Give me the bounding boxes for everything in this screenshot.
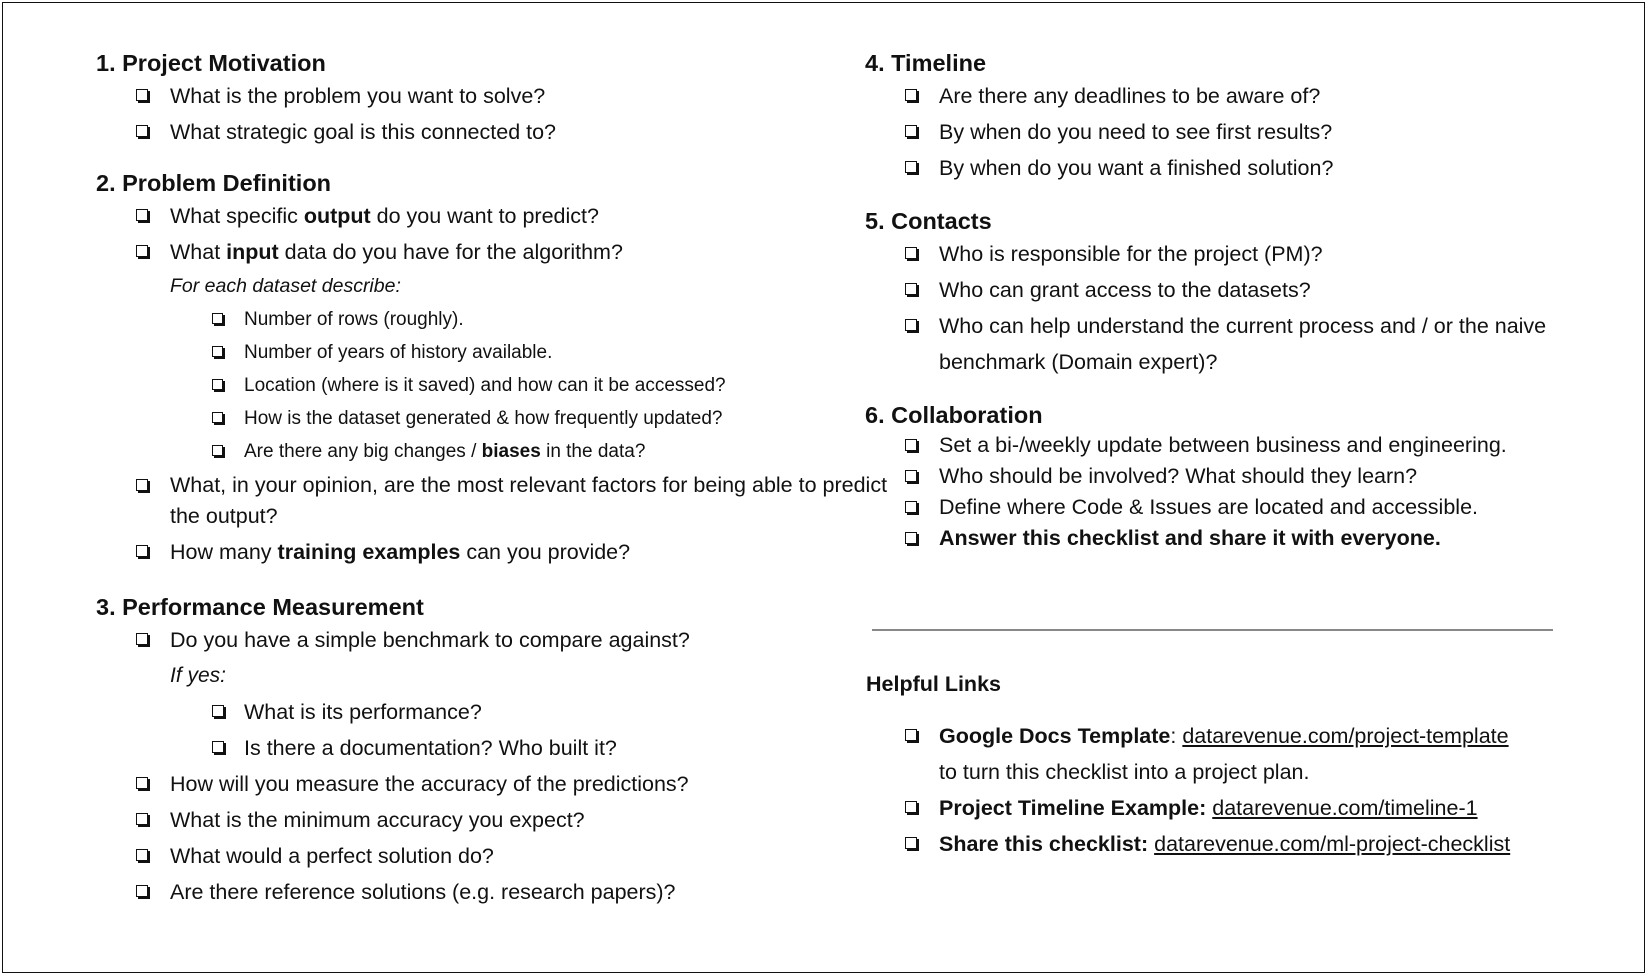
checklist-subitem[interactable]: Location (where is it saved) and how can…: [96, 369, 816, 402]
left-column: 1. Project Motivation What is the proble…: [96, 48, 887, 910]
checklist-subitem[interactable]: Number of rows (roughly).: [96, 303, 816, 336]
checkbox-icon[interactable]: [212, 741, 226, 755]
section-title: 1. Project Motivation: [96, 50, 326, 76]
section-title: 5. Contacts: [865, 208, 992, 234]
checkbox-icon[interactable]: [212, 313, 225, 326]
checklist-item[interactable]: How will you measure the accuracy of the…: [96, 766, 816, 802]
checklist-item[interactable]: What strategic goal is this connected to…: [96, 114, 816, 150]
dataset-note: For each dataset describe:: [170, 275, 401, 297]
checkbox-icon[interactable]: [905, 532, 919, 546]
checklist-item[interactable]: Who should be involved? What should they…: [865, 461, 1565, 492]
checkbox-icon[interactable]: [136, 849, 150, 863]
checkbox-icon[interactable]: [136, 89, 150, 103]
checkbox-icon[interactable]: [212, 346, 225, 359]
checklist-item[interactable]: Answer this checklist and share it with …: [865, 523, 1565, 554]
checklist-link[interactable]: datarevenue.com/ml-project-checklist: [1154, 832, 1510, 856]
checklist-item[interactable]: By when do you need to see first results…: [865, 114, 1565, 150]
checklist-subitem[interactable]: How is the dataset generated & how frequ…: [96, 402, 816, 435]
link-item-google-docs-template: Google Docs Template: datarevenue.com/pr…: [865, 718, 1585, 790]
checklist-item[interactable]: Who is responsible for the project (PM)?: [865, 236, 1565, 272]
checklist-item[interactable]: Do you have a simple benchmark to compar…: [96, 622, 816, 658]
checklist-subitem[interactable]: What is its performance?: [96, 694, 816, 730]
section-contacts: 5. Contacts Who is responsible for the p…: [865, 206, 1565, 380]
checklist-item[interactable]: Set a bi-/weekly update between business…: [865, 430, 1565, 461]
section-title: 4. Timeline: [865, 50, 987, 76]
section-timeline: 4. Timeline Are there any deadlines to b…: [865, 48, 1565, 186]
section-collaboration: 6. Collaboration Set a bi-/weekly update…: [865, 400, 1565, 554]
checklist-subitem[interactable]: Number of years of history available.: [96, 336, 816, 369]
checkbox-icon[interactable]: [136, 245, 150, 259]
checkbox-icon[interactable]: [212, 412, 225, 425]
checkbox-icon[interactable]: [905, 89, 919, 103]
checkbox-icon[interactable]: [136, 209, 150, 223]
checkbox-icon[interactable]: [136, 813, 150, 827]
checkbox-icon[interactable]: [136, 479, 150, 493]
if-yes-note: If yes:: [170, 664, 227, 687]
checkbox-icon[interactable]: [905, 801, 919, 815]
checklist-item[interactable]: Are there reference solutions (e.g. rese…: [96, 874, 816, 910]
checkbox-icon[interactable]: [136, 633, 150, 647]
checkbox-icon[interactable]: [136, 125, 150, 139]
checklist-subitem[interactable]: Is there a documentation? Who built it?: [96, 730, 816, 766]
divider: [872, 629, 1553, 631]
link-item-share-checklist: Share this checklist: datarevenue.com/ml…: [865, 826, 1585, 862]
section-title: 2. Problem Definition: [96, 170, 332, 196]
checklist-item[interactable]: What is the problem you want to solve?: [96, 78, 816, 114]
checkbox-icon[interactable]: [136, 885, 150, 899]
checkbox-icon[interactable]: [905, 161, 919, 175]
timeline-link[interactable]: datarevenue.com/timeline-1: [1212, 796, 1477, 820]
helpful-links-title: Helpful Links: [866, 672, 1001, 696]
link-item-project-timeline: Project Timeline Example: datarevenue.co…: [865, 790, 1585, 826]
checklist-item[interactable]: What would a perfect solution do?: [96, 838, 816, 874]
section-project-motivation: 1. Project Motivation What is the proble…: [96, 48, 816, 150]
checklist-item[interactable]: What input data do you have for the algo…: [96, 234, 816, 270]
project-template-link[interactable]: datarevenue.com/project-template: [1182, 724, 1508, 748]
checklist-item[interactable]: Who can help understand the current proc…: [865, 308, 1619, 380]
section-title: 6. Collaboration: [865, 402, 1043, 428]
checkbox-icon[interactable]: [905, 247, 919, 261]
checklist-item[interactable]: What specific output do you want to pred…: [96, 198, 816, 234]
checkbox-icon[interactable]: [212, 705, 226, 719]
checkbox-icon[interactable]: [136, 545, 150, 559]
checklist-item[interactable]: What is the minimum accuracy you expect?: [96, 802, 816, 838]
checkbox-icon[interactable]: [905, 283, 919, 297]
checklist-subitem[interactable]: Are there any big changes / biases in th…: [96, 435, 816, 468]
section-title: 3. Performance Measurement: [96, 594, 424, 620]
checkbox-icon[interactable]: [905, 125, 919, 139]
checkbox-icon[interactable]: [212, 445, 225, 458]
checkbox-icon[interactable]: [905, 837, 919, 851]
checklist-item[interactable]: What, in your opinion, are the most rele…: [96, 468, 890, 534]
checklist-item[interactable]: How many training examples can you provi…: [96, 534, 816, 570]
checkbox-icon[interactable]: [212, 379, 225, 392]
right-column: 4. Timeline Are there any deadlines to b…: [865, 48, 1565, 554]
section-problem-definition: 2. Problem Definition What specific outp…: [96, 168, 887, 570]
checkbox-icon[interactable]: [905, 470, 919, 484]
section-performance-measurement: 3. Performance Measurement Do you have a…: [96, 592, 816, 910]
checkbox-icon[interactable]: [905, 729, 919, 743]
helpful-links-list: Google Docs Template: datarevenue.com/pr…: [865, 718, 1585, 862]
checkbox-icon[interactable]: [905, 439, 919, 453]
checklist-item[interactable]: Define where Code & Issues are located a…: [865, 492, 1565, 523]
checklist-item[interactable]: Are there any deadlines to be aware of?: [865, 78, 1565, 114]
checkbox-icon[interactable]: [905, 319, 919, 333]
checklist-item[interactable]: Who can grant access to the datasets?: [865, 272, 1565, 308]
checkbox-icon[interactable]: [136, 777, 150, 791]
checklist-item[interactable]: By when do you want a finished solution?: [865, 150, 1565, 186]
checkbox-icon[interactable]: [905, 501, 919, 515]
